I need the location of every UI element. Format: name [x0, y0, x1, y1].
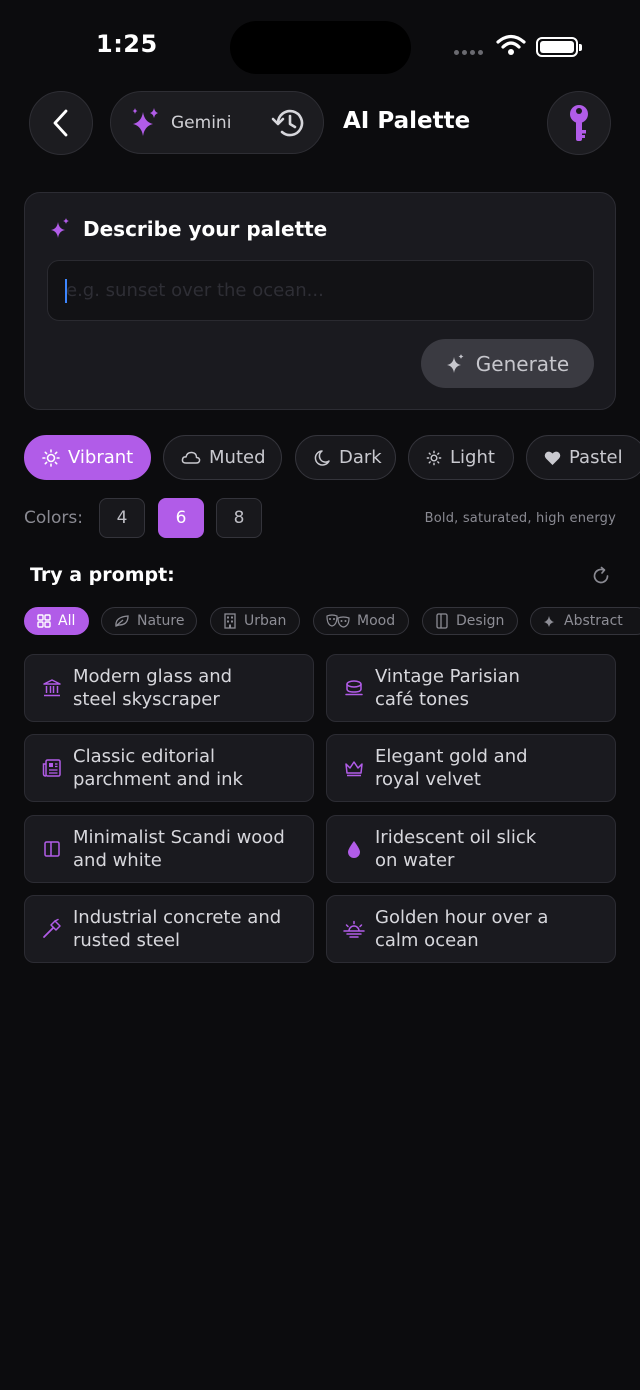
status-bar: 1:25 — [0, 0, 640, 90]
category-chip-design[interactable]: Design — [422, 607, 518, 635]
prompt-card-parisian[interactable]: Vintage Parisian café tones — [326, 654, 616, 722]
category-chip-label: Nature — [137, 613, 185, 629]
chevron-left-icon — [53, 109, 68, 137]
crown-icon — [341, 759, 367, 777]
generate-label: Generate — [475, 351, 570, 376]
page-title: AI Palette — [343, 108, 471, 134]
sun-small-icon — [426, 450, 442, 466]
style-chip-row[interactable]: Vibrant Muted Dark Light Pastel — [24, 435, 640, 480]
category-chip-label: Mood — [357, 613, 396, 629]
coffee-icon — [341, 679, 367, 697]
prompt-card-scandi[interactable]: Minimalist Scandi wood and white — [24, 815, 314, 883]
sparkle-icon — [51, 218, 69, 238]
api-key-button[interactable] — [547, 91, 611, 155]
newspaper-icon — [39, 758, 65, 778]
category-chip-urban[interactable]: Urban — [210, 607, 300, 635]
palette-prompt-input[interactable] — [47, 260, 594, 321]
style-chip-label: Muted — [209, 447, 266, 468]
dynamic-island — [230, 21, 411, 74]
drop-icon — [341, 840, 367, 858]
category-chip-label: Abstract — [564, 613, 623, 629]
style-chip-label: Dark — [339, 447, 382, 468]
sun-icon — [42, 448, 60, 467]
back-button[interactable] — [29, 91, 93, 155]
masks-icon — [326, 614, 350, 628]
style-chip-dark[interactable]: Dark — [295, 435, 396, 480]
sparkles-icon — [132, 107, 158, 136]
try-prompt-title: Try a prompt: — [30, 564, 175, 586]
hammer-icon — [39, 918, 65, 940]
cloud-icon — [181, 450, 201, 466]
prompt-text: Minimalist Scandi wood and white — [73, 827, 285, 871]
category-chip-label: All — [58, 613, 76, 629]
style-chip-label: Vibrant — [68, 447, 134, 468]
building-icon — [223, 613, 237, 629]
generate-button[interactable]: Generate — [421, 339, 594, 388]
colors-label: Colors: — [24, 508, 83, 528]
battery-icon — [536, 37, 582, 57]
prompt-card-royal[interactable]: Elegant gold and royal velvet — [326, 734, 616, 802]
style-chip-light[interactable]: Light — [408, 435, 514, 480]
panel-icon — [39, 840, 65, 858]
color-count-6[interactable]: 6 — [158, 498, 204, 538]
heart-icon — [544, 450, 561, 466]
category-chip-mood[interactable]: Mood — [313, 607, 409, 635]
style-chip-muted[interactable]: Muted — [163, 435, 282, 480]
grid-icon — [37, 614, 51, 628]
category-chip-nature[interactable]: Nature — [101, 607, 197, 635]
ruler-icon — [435, 613, 449, 629]
prompt-text: Golden hour over a calm ocean — [375, 907, 549, 951]
key-icon — [570, 105, 588, 141]
prompt-card-industrial[interactable]: Industrial concrete and rusted steel — [24, 895, 314, 963]
prompt-text: Classic editorial parchment and ink — [73, 746, 243, 790]
bank-icon — [39, 678, 65, 698]
category-chip-all[interactable]: All — [24, 607, 89, 635]
sparkle-icon — [543, 614, 557, 628]
category-chip-abstract[interactable]: Abstract — [530, 607, 640, 635]
category-chip-row[interactable]: All Nature Urban Mood Design Abstract — [24, 607, 640, 635]
style-description: Bold, saturated, high energy — [424, 511, 616, 526]
prompt-card-skyscraper[interactable]: Modern glass and steel skyscraper — [24, 654, 314, 722]
prompt-text: Vintage Parisian café tones — [375, 666, 520, 710]
describe-card: Describe your palette Generate — [24, 192, 616, 410]
text-caret — [65, 279, 67, 303]
color-count-8[interactable]: 8 — [216, 498, 262, 538]
prompt-card-golden-hour[interactable]: Golden hour over a calm ocean — [326, 895, 616, 963]
prompt-card-oil-slick[interactable]: Iridescent oil slick on water — [326, 815, 616, 883]
color-count-4[interactable]: 4 — [99, 498, 145, 538]
style-chip-label: Light — [450, 447, 495, 468]
signal-icon — [454, 50, 483, 55]
sparkle-icon — [446, 353, 464, 373]
history-icon[interactable] — [271, 106, 307, 140]
model-selector[interactable]: Gemini — [110, 91, 324, 154]
moon-icon — [313, 449, 331, 467]
model-label: Gemini — [171, 112, 232, 133]
category-chip-label: Urban — [244, 613, 287, 629]
status-time: 1:25 — [96, 30, 158, 58]
category-chip-label: Design — [456, 613, 505, 629]
describe-title: Describe your palette — [83, 217, 328, 241]
prompt-text: Iridescent oil slick on water — [375, 827, 537, 871]
prompt-text: Industrial concrete and rusted steel — [73, 907, 282, 951]
style-chip-pastel[interactable]: Pastel — [526, 435, 640, 480]
refresh-icon[interactable] — [590, 565, 612, 587]
leaf-icon — [114, 614, 130, 628]
sunset-icon — [341, 920, 367, 938]
style-chip-vibrant[interactable]: Vibrant — [24, 435, 151, 480]
prompt-text: Modern glass and steel skyscraper — [73, 666, 233, 710]
prompt-card-editorial[interactable]: Classic editorial parchment and ink — [24, 734, 314, 802]
prompt-text: Elegant gold and royal velvet — [375, 746, 528, 790]
wifi-icon — [496, 34, 526, 55]
style-chip-label: Pastel — [569, 447, 623, 468]
